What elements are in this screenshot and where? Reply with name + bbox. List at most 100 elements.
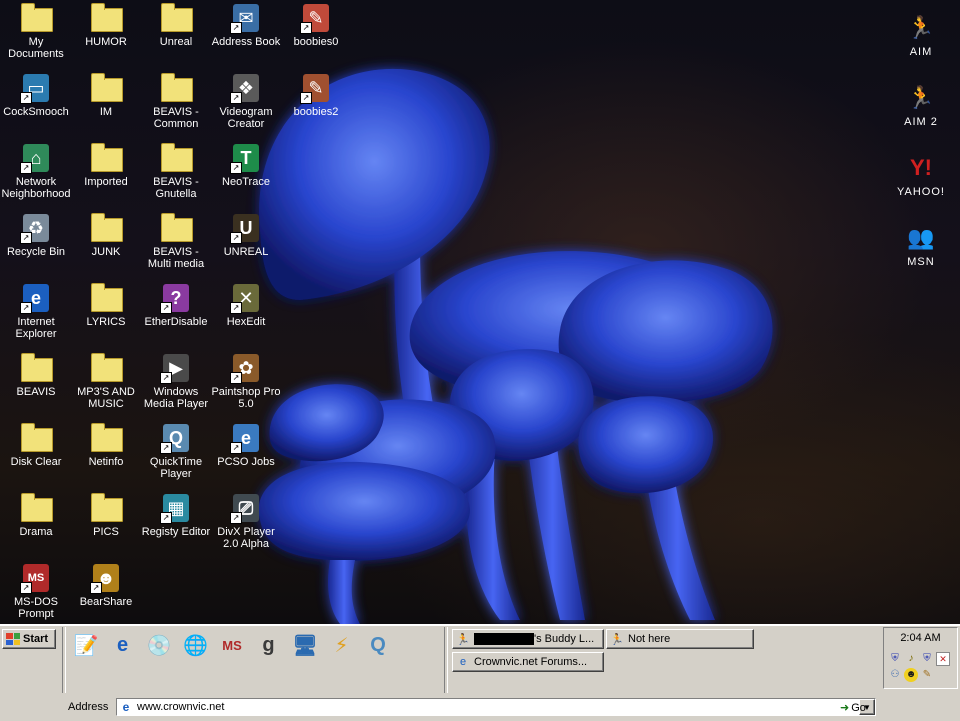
internet-explorer-icon: e ↗ xyxy=(20,282,52,314)
desktop-icon[interactable]: PICS xyxy=(70,492,142,538)
my-computer-icon[interactable]: 🖥 xyxy=(289,629,321,661)
quicktime-icon: Q ↗ xyxy=(160,422,192,454)
globe-icon[interactable]: 🌐 xyxy=(180,629,212,661)
security-shield-icon[interactable]: ⛨ xyxy=(920,652,934,666)
pencil-icon[interactable]: ✎ xyxy=(920,668,934,682)
desktop-icon[interactable]: LYRICS xyxy=(70,282,142,328)
desktop-icon[interactable]: MP3'S AND MUSIC xyxy=(70,352,142,410)
winamp-icon[interactable]: ⚡ xyxy=(326,629,358,661)
aim-icon: 🏃 xyxy=(456,633,470,646)
desktop-icon[interactable]: Q ↗ QuickTime Player xyxy=(140,422,212,480)
folder-icon xyxy=(20,422,53,454)
desktop-icon[interactable]: Disk Clear xyxy=(0,422,72,468)
desktop-icon-label: Internet Explorer xyxy=(15,316,57,340)
go-button[interactable]: ➜ Go xyxy=(840,701,866,715)
notepad-icon[interactable]: 📝 xyxy=(70,629,102,661)
desktop-icon[interactable]: ▭ ↗ CockSmooch xyxy=(0,72,72,118)
desktop-icon[interactable]: MS ↗ MS-DOS Prompt xyxy=(0,562,72,620)
desktop-icon[interactable]: HUMOR xyxy=(70,2,142,48)
shield-icon[interactable]: ⛨ xyxy=(888,652,902,666)
desktop-icon[interactable]: ⌂ ↗ Network Neighborhood xyxy=(0,142,72,200)
task-button[interactable]: 🏃 's Buddy L... xyxy=(452,629,604,649)
desktop-icon[interactable]: Drama xyxy=(0,492,72,538)
start-label: Start xyxy=(23,633,49,645)
cd-player-icon[interactable]: 💿 xyxy=(143,629,175,661)
desktop-icon[interactable]: ☻ ↗ BearShare xyxy=(70,562,142,608)
volume-icon[interactable]: ♪ xyxy=(904,652,918,666)
internet-explorer-icon[interactable]: e xyxy=(107,629,139,661)
address-book-icon: ✉ ↗ xyxy=(230,2,262,34)
close-x-icon[interactable]: ✕ xyxy=(936,652,950,666)
desktop-icon[interactable]: ✕ ↗ HexEdit xyxy=(210,282,282,328)
aim-icon: 🏃 xyxy=(907,85,935,110)
desktop-icon[interactable]: 🏃 AIM xyxy=(896,12,946,58)
desktop-icon-label: My Documents xyxy=(8,36,64,60)
desktop-icon[interactable]: Imported xyxy=(70,142,142,188)
desktop-icon-label: DivX Player 2.0 Alpha xyxy=(217,526,275,550)
start-button[interactable]: Start xyxy=(2,629,56,649)
desktop-icon[interactable]: ▦ ↗ Registy Editor xyxy=(140,492,212,538)
taskbar: Start 📝 e 💿 🌐 MS g 🖥 ⚡ Q 🏃's Buddy L... 🏃 Not here… xyxy=(0,624,960,721)
network-icon: ⌂ ↗ xyxy=(20,142,52,174)
etherdisable-icon: ? ↗ xyxy=(160,282,192,314)
network-icon[interactable]: ⚇ xyxy=(888,668,902,682)
aim-icon: 🏃 xyxy=(907,15,935,40)
desktop-icon-label: IM xyxy=(99,106,113,118)
desktop-icon[interactable]: ✉ ↗ Address Book xyxy=(210,2,282,48)
address-label: Address xyxy=(68,701,109,713)
desktop-icon-label: BEAVIS xyxy=(16,386,56,398)
desktop-icon[interactable]: ❖ ↗ Videogram Creator xyxy=(210,72,282,130)
desktop-icon-label: Paintshop Pro 5.0 xyxy=(211,386,281,410)
desktop-icon[interactable]: ? ↗ EtherDisable xyxy=(140,282,212,328)
desktop-icon[interactable]: ✎ ↗ boobies0 xyxy=(280,2,352,48)
desktop-icon[interactable]: Netinfo xyxy=(70,422,142,468)
desktop-icon[interactable]: ▶ ↗ Windows Media Player xyxy=(140,352,212,410)
desktop-icon[interactable]: ✎ ↗ boobies2 xyxy=(280,72,352,118)
address-input[interactable] xyxy=(137,700,837,714)
desktop-icon[interactable]: IM xyxy=(70,72,142,118)
windows-logo-icon xyxy=(6,633,20,645)
ms-dos-icon[interactable]: MS xyxy=(216,629,248,661)
desktop-icon-label: HUMOR xyxy=(85,36,127,48)
image-file-icon: ✎ ↗ xyxy=(300,2,332,34)
desktop-icon[interactable]: 👥 MSN xyxy=(896,222,946,268)
bearshare-icon: ☻ ↗ xyxy=(90,562,122,594)
messenger-icon[interactable]: ☻ xyxy=(904,668,918,682)
desktop-icon[interactable]: ✿ ↗ Paintshop Pro 5.0 xyxy=(210,352,282,410)
desktop-icon[interactable]: e ↗ PCSO Jobs xyxy=(210,422,282,468)
desktop-icon[interactable]: 🏃 AIM 2 xyxy=(896,82,946,128)
task-button[interactable]: e Crownvic.net Forums... xyxy=(452,652,604,672)
desktop-icon[interactable]: BEAVIS - Multi media xyxy=(140,212,212,270)
desktop-icon[interactable]: BEAVIS - Common xyxy=(140,72,212,130)
desktop-icon[interactable]: e ↗ Internet Explorer xyxy=(0,282,72,340)
desktop-icon-label: JUNK xyxy=(91,246,121,258)
desktop-icon[interactable]: My Documents xyxy=(0,2,72,60)
folder-icon xyxy=(160,2,193,34)
shared-folder-icon xyxy=(160,212,193,244)
google-icon[interactable]: g xyxy=(253,629,285,661)
folder-icon xyxy=(90,142,123,174)
desktop-icon[interactable]: ♻ ↗ Recycle Bin xyxy=(0,212,72,258)
neotrace-icon: T ↗ xyxy=(230,142,262,174)
quicktime-icon[interactable]: Q xyxy=(362,629,394,661)
desktop-icon[interactable]: Y! YAHOO! xyxy=(896,152,946,198)
internet-explorer-icon: e ↗ xyxy=(230,422,262,454)
task-button[interactable]: 🏃 Not here xyxy=(606,629,754,649)
desktop-icon[interactable]: Unreal xyxy=(140,2,212,48)
clock[interactable]: 2:04 AM xyxy=(884,632,957,644)
desktop-icon-label: Unreal xyxy=(159,36,193,48)
desktop-icon[interactable]: JUNK xyxy=(70,212,142,258)
desktop-icon-label: boobies0 xyxy=(293,36,339,48)
address-field[interactable]: e ▼ xyxy=(116,698,876,716)
desktop-icon[interactable]: T ↗ NeoTrace xyxy=(210,142,282,188)
hexedit-icon: ✕ ↗ xyxy=(230,282,262,314)
desktop-icon-label: Netinfo xyxy=(88,456,124,468)
desktop-icon-label: Drama xyxy=(19,526,53,538)
desktop-icon[interactable]: ⎚ ↗ DivX Player 2.0 Alpha xyxy=(210,492,282,550)
desktop-icon[interactable]: BEAVIS - Gnutella xyxy=(140,142,212,200)
desktop-icon-label: Network Neighborhood xyxy=(1,176,71,200)
folder-icon xyxy=(90,352,123,384)
folder-icon xyxy=(90,72,123,104)
desktop-icon[interactable]: BEAVIS xyxy=(0,352,72,398)
desktop-icon[interactable]: U ↗ UNREAL xyxy=(210,212,282,258)
